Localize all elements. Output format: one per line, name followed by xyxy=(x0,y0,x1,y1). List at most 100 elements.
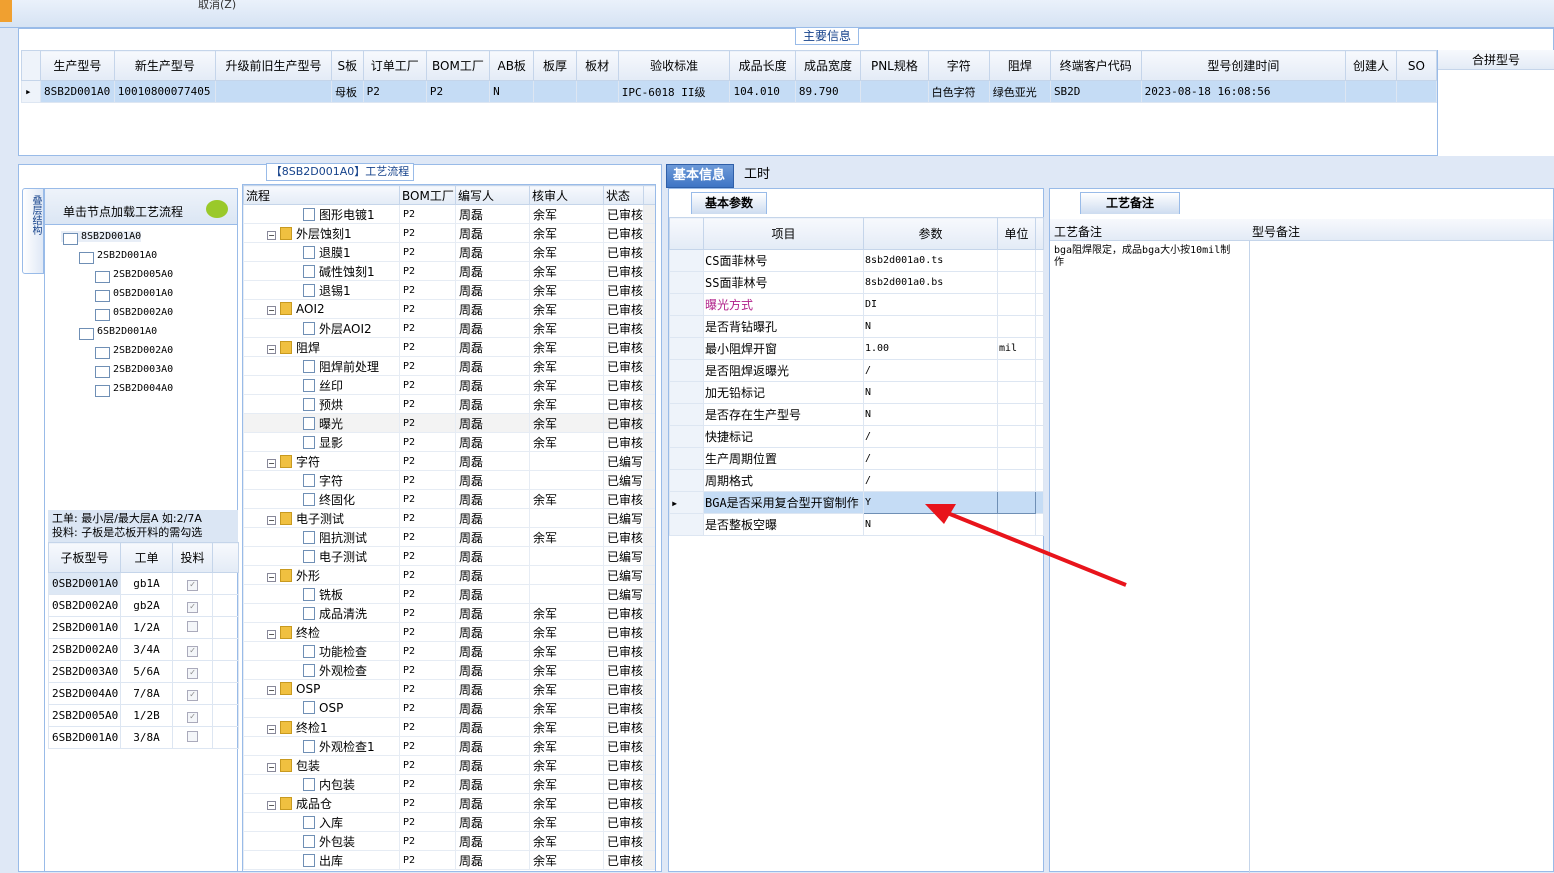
main-col-header[interactable]: 板材 xyxy=(575,50,619,81)
feed-checkbox[interactable]: ✓ xyxy=(187,645,198,657)
main-col-header[interactable]: 阻焊 xyxy=(988,50,1051,81)
main-col-header[interactable]: 板厚 xyxy=(533,50,577,81)
main-col-header[interactable]: 成品宽度 xyxy=(794,50,862,81)
sub-work-order[interactable]: 1/2A xyxy=(120,616,173,639)
collapse-icon[interactable]: − xyxy=(267,724,276,734)
param-value[interactable]: N xyxy=(863,403,998,426)
table-row[interactable]: 2SB2D001A0 1/2A xyxy=(48,616,239,639)
main-cell[interactable]: 2023-08-18 16:08:56 xyxy=(1140,80,1347,103)
table-row[interactable]: 退锡1 P2 周磊 余军 已审核 xyxy=(243,280,655,300)
param-col-header[interactable]: 项目 xyxy=(703,217,864,250)
flow-node[interactable]: − AOI2 xyxy=(247,302,396,316)
sub-col-header[interactable]: 投料 xyxy=(172,542,213,573)
tree-node[interactable]: 2SB2D002A0 xyxy=(93,345,173,359)
table-row[interactable]: − 终检1 P2 周磊 余军 已审核 xyxy=(243,717,655,737)
table-row[interactable]: 是否整板空曝 N xyxy=(669,513,1044,536)
table-row[interactable]: 字符 P2 周磊 已编写 xyxy=(243,470,655,490)
flow-node[interactable]: − 终检1 xyxy=(247,719,396,736)
table-row[interactable]: 2SB2D003A0 5/6A ✓ xyxy=(48,660,239,683)
flow-col-header[interactable]: 流程 xyxy=(243,185,400,205)
table-row[interactable]: 外包装 P2 周磊 余军 已审核 xyxy=(243,831,655,851)
param-value[interactable]: N xyxy=(863,315,998,338)
flow-node[interactable]: 退锡1 xyxy=(247,282,396,299)
table-row[interactable]: 阻焊前处理 P2 周磊 余军 已审核 xyxy=(243,356,655,376)
main-cell[interactable]: 母板 xyxy=(330,80,364,103)
sub-work-order[interactable]: gb2A xyxy=(120,594,173,617)
table-row[interactable]: 曝光方式 DI xyxy=(669,293,1044,316)
table-row[interactable]: 生产周期位置 / xyxy=(669,447,1044,470)
flow-node[interactable]: 外层AOI2 xyxy=(247,320,396,337)
param-value[interactable]: 1.00 xyxy=(863,337,998,360)
table-row[interactable]: 成品清洗 P2 周磊 余军 已审核 xyxy=(243,603,655,623)
table-row[interactable]: 曝光 P2 周磊 余军 已审核 xyxy=(243,413,655,433)
main-cell[interactable]: 白色字符 xyxy=(927,80,990,103)
flow-node[interactable]: 显影 xyxy=(247,434,396,451)
flow-node[interactable]: 入库 xyxy=(247,814,396,831)
flow-node[interactable]: 碱性蚀刻1 xyxy=(247,263,396,280)
tree-node[interactable]: 0SB2D001A0 xyxy=(93,288,173,302)
table-row[interactable]: 入库 P2 周磊 余军 已审核 xyxy=(243,812,655,832)
table-row[interactable]: − 阻焊 P2 周磊 余军 已审核 xyxy=(243,337,655,357)
table-row[interactable]: 终固化 P2 周磊 余军 已审核 xyxy=(243,489,655,509)
table-row[interactable]: 显影 P2 周磊 余军 已审核 xyxy=(243,432,655,452)
main-cell[interactable] xyxy=(533,80,577,103)
main-cell[interactable] xyxy=(1395,80,1438,103)
flow-col-header[interactable]: BOM工厂 xyxy=(399,185,456,205)
tab-basic-info[interactable]: 基本信息 xyxy=(666,164,734,188)
feed-checkbox[interactable]: ✓ xyxy=(187,579,198,591)
table-row[interactable]: 预烘 P2 周磊 余军 已审核 xyxy=(243,394,655,414)
table-row[interactable]: − AOI2 P2 周磊 余军 已审核 xyxy=(243,299,655,319)
main-col-header[interactable]: 新生产型号 xyxy=(113,50,216,81)
param-value[interactable]: / xyxy=(863,447,998,470)
main-col-header[interactable]: AB板 xyxy=(489,50,535,81)
table-row[interactable]: 快捷标记 / xyxy=(669,425,1044,448)
table-row[interactable]: 电子测试 P2 周磊 已编写 xyxy=(243,546,655,566)
flow-node[interactable]: 成品清洗 xyxy=(247,605,396,622)
flow-node[interactable]: 出库 xyxy=(247,852,396,869)
table-row[interactable]: 丝印 P2 周磊 余军 已审核 xyxy=(243,375,655,395)
flow-col-header[interactable]: 编写人 xyxy=(455,185,530,205)
param-value[interactable]: / xyxy=(863,359,998,382)
collapse-icon[interactable]: − xyxy=(267,686,276,695)
main-col-header[interactable]: 终端客户代码 xyxy=(1049,50,1142,81)
table-row[interactable]: ▸ BGA是否采用复合型开窗制作 Y xyxy=(669,491,1044,514)
feed-checkbox[interactable]: ✓ xyxy=(187,667,198,679)
flow-node[interactable]: − 外形 xyxy=(247,567,396,584)
tree-node[interactable]: 8SB2D001A0 xyxy=(61,231,142,245)
tree-node[interactable]: 2SB2D005A0 xyxy=(93,269,173,283)
collapse-icon[interactable]: − xyxy=(267,515,276,525)
table-row[interactable]: 0SB2D001A0 gb1A ✓ xyxy=(48,572,239,595)
main-col-header[interactable]: 生产型号 xyxy=(39,50,115,81)
flow-node[interactable]: − 阻焊 xyxy=(247,339,396,356)
flow-node[interactable]: 字符 xyxy=(247,472,396,489)
table-row[interactable]: 加无铅标记 N xyxy=(669,381,1044,404)
sub-col-header[interactable]: 工单 xyxy=(120,542,173,573)
main-cell[interactable]: 89.790 xyxy=(794,80,862,103)
main-col-header[interactable]: 型号创建时间 xyxy=(1140,50,1347,81)
table-row[interactable]: CS面菲林号 8sb2d001a0.ts xyxy=(669,249,1044,272)
tree-node[interactable]: 6SB2D001A0 xyxy=(77,326,157,340)
table-row[interactable]: 2SB2D004A0 7/8A ✓ xyxy=(48,682,239,705)
tree-node[interactable]: 2SB2D004A0 xyxy=(93,383,173,397)
table-row[interactable]: 最小阻焊开窗 1.00 mil xyxy=(669,337,1044,360)
feed-checkbox[interactable]: ✓ xyxy=(187,601,198,613)
feed-checkbox[interactable] xyxy=(187,730,198,742)
main-cell[interactable]: 绿色亚光 xyxy=(988,80,1051,103)
collapse-icon[interactable]: − xyxy=(267,800,276,810)
flow-node[interactable]: 功能检查 xyxy=(247,643,396,660)
flow-node[interactable]: 外包装 xyxy=(247,833,396,850)
flow-node[interactable]: − 包装 xyxy=(247,757,396,774)
collapse-icon[interactable]: − xyxy=(267,762,276,772)
table-row[interactable]: OSP P2 周磊 余军 已审核 xyxy=(243,698,655,718)
main-cell[interactable] xyxy=(575,80,619,103)
flow-node[interactable]: − 终检 xyxy=(247,624,396,641)
feed-checkbox[interactable]: ✓ xyxy=(187,711,198,723)
table-row[interactable]: 6SB2D001A0 3/8A xyxy=(48,726,239,749)
collapse-icon[interactable]: − xyxy=(267,458,276,468)
main-cell[interactable] xyxy=(860,80,929,103)
main-col-header[interactable]: 字符 xyxy=(927,50,990,81)
collapse-icon[interactable]: − xyxy=(267,629,276,639)
flow-node[interactable]: 外观检查 xyxy=(247,662,396,679)
flow-col-header[interactable]: 核审人 xyxy=(529,185,604,205)
table-row[interactable]: 周期格式 / xyxy=(669,469,1044,492)
